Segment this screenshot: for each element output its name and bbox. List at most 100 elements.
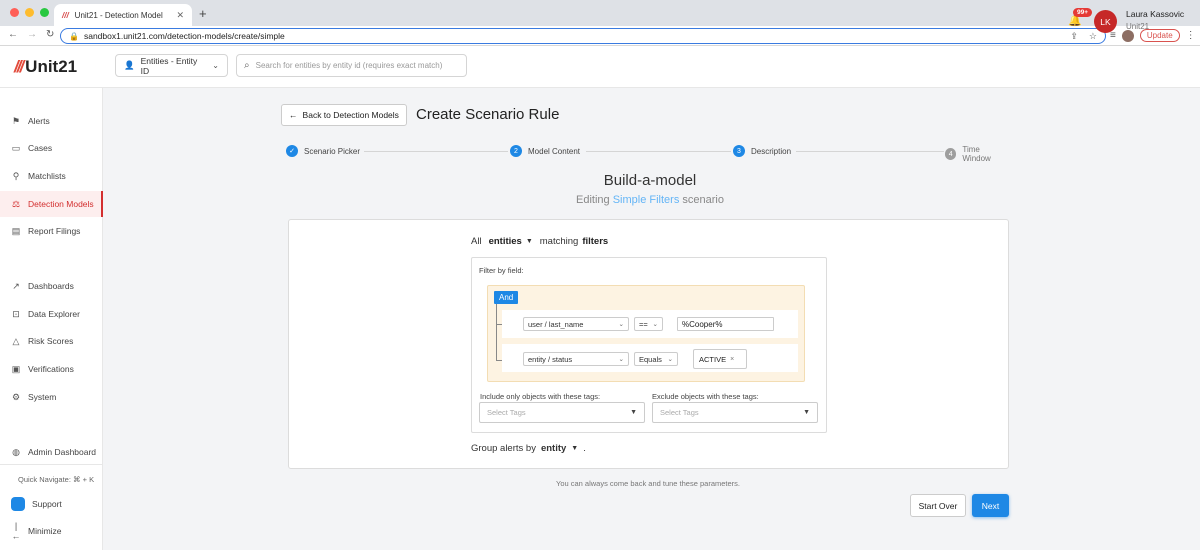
profile-avatar[interactable] <box>1121 29 1134 42</box>
browser-tab[interactable]: /// Unit21 - Detection Model ✕ <box>54 4 192 26</box>
sidebar-item-dashboards[interactable]: ↗ Dashboards <box>0 273 103 299</box>
step-description[interactable]: 3 Description <box>733 145 796 157</box>
editing-subtitle: Editing Simple Filters scenario <box>0 194 1200 206</box>
next-button[interactable]: Next <box>972 494 1009 517</box>
maximize-window-icon[interactable] <box>40 8 49 17</box>
build-a-model-title: Build-a-model <box>603 172 697 189</box>
close-window-icon[interactable] <box>10 8 19 17</box>
sidebar-item-verifications[interactable]: ▣ Verifications <box>0 356 103 382</box>
field-select[interactable]: user / last_name ⌄ <box>523 317 629 331</box>
value-tag-input[interactable]: ACTIVE × <box>693 349 747 369</box>
exclude-tags-label: Exclude objects with these tags: <box>652 392 759 401</box>
field-select-value: user / last_name <box>528 319 584 329</box>
step-time-window[interactable]: 4 Time Window <box>945 145 1012 163</box>
field-select-value: entity / status <box>528 354 573 364</box>
support-button[interactable]: Support <box>0 491 103 517</box>
step-connector <box>358 151 508 152</box>
chevron-down-icon: ⌄ <box>667 356 673 363</box>
include-tags-label: Include only objects with these tags: <box>480 392 601 401</box>
sidebar-item-risk-scores[interactable]: △ Risk Scores <box>0 328 103 354</box>
unit21-logo[interactable]: /// Unit21 <box>14 57 77 77</box>
browser-tab-bar: /// Unit21 - Detection Model ✕ + <box>0 0 1200 26</box>
caret-down-icon[interactable]: ▼ <box>571 445 578 452</box>
and-operator-toggle[interactable]: And <box>494 291 519 304</box>
value-chip: ACTIVE × <box>699 355 734 364</box>
caret-down-icon: ▼ <box>803 409 810 416</box>
sidebar-item-label: System <box>28 392 57 402</box>
include-tags-placeholder: Select Tags <box>487 408 526 417</box>
back-to-detection-models-button[interactable]: ← Back to Detection Models <box>281 104 407 126</box>
flag-icon: ⚑ <box>11 115 21 126</box>
sidebar-item-admin-dashboard[interactable]: ◍ Admin Dashboard <box>0 439 103 465</box>
editing-suffix: scenario <box>682 194 724 206</box>
operator-select-value: Equals <box>639 354 662 364</box>
new-tab-icon[interactable]: + <box>199 6 207 21</box>
minimize-sidebar-button[interactable]: |← Minimize <box>0 518 103 544</box>
sidebar-item-label: Alerts <box>28 116 50 126</box>
lock-icon: 🔒 <box>69 31 79 41</box>
sidebar-item-label: Admin Dashboard <box>28 447 97 457</box>
sidebar-item-label: Data Explorer <box>28 309 80 319</box>
app-header: /// Unit21 👤 Entities - Entity ID ⌄ ⌕ <box>0 46 1200 88</box>
menu-dots-icon[interactable]: ⋮ <box>1186 30 1196 41</box>
minimize-window-icon[interactable] <box>25 8 34 17</box>
arrow-left-icon: ← <box>289 110 298 120</box>
sidebar-item-system[interactable]: ⚙ System <box>0 384 103 410</box>
collapse-icon: |← <box>11 521 21 541</box>
report-icon: ▤ <box>11 225 21 236</box>
reload-icon[interactable]: ↻ <box>46 29 54 40</box>
sidebar-divider <box>0 464 103 465</box>
sidebar-item-cases[interactable]: ▭ Cases <box>0 135 103 161</box>
step-label: Description <box>751 146 792 156</box>
url-bar[interactable]: 🔒 sandbox1.unit21.com/detection-models/c… <box>60 28 1106 44</box>
group-by-dropdown[interactable]: entity <box>541 443 566 454</box>
notification-badge: 99+ <box>1073 8 1093 17</box>
step-connector <box>796 151 944 152</box>
address-bar-row: ← → ↻ 🔒 sandbox1.unit21.com/detection-mo… <box>0 26 1200 46</box>
search-input[interactable] <box>255 61 456 70</box>
search-icon: ⌕ <box>244 60 250 71</box>
sidebar-item-report-filings[interactable]: ▤ Report Filings <box>0 218 103 244</box>
forward-arrow-icon[interactable]: → <box>27 29 37 40</box>
check-icon: ✓ <box>286 145 298 157</box>
user-name: Laura Kassovic <box>1126 9 1185 19</box>
step-model-content[interactable]: 2 Model Content <box>510 145 585 157</box>
tree-line <box>496 304 497 360</box>
stepper: ✓ Scenario Picker 2 Model Content 3 Desc… <box>286 145 1012 163</box>
step-connector <box>586 151 731 152</box>
remove-chip-icon[interactable]: × <box>730 356 734 363</box>
entity-type-select[interactable]: 👤 Entities - Entity ID ⌄ <box>115 54 228 77</box>
field-select[interactable]: entity / status ⌄ <box>523 352 629 366</box>
sidebar-item-alerts[interactable]: ⚑ Alerts <box>0 108 103 134</box>
editing-prefix: Editing <box>576 194 610 206</box>
value-input[interactable]: %Cooper% <box>677 317 774 331</box>
include-tags-select[interactable]: Select Tags ▼ <box>479 402 645 423</box>
caret-down-icon[interactable]: ▼ <box>526 238 533 245</box>
logo-text: Unit21 <box>25 57 78 76</box>
sidebar-item-label: Cases <box>28 143 53 153</box>
scenario-link[interactable]: Simple Filters <box>613 194 680 206</box>
entity-search[interactable]: ⌕ <box>236 54 467 77</box>
operator-select[interactable]: Equals ⌄ <box>634 352 678 366</box>
chevron-down-icon: ⌄ <box>618 356 624 363</box>
step-label: Time Window <box>962 145 991 163</box>
url-text: sandbox1.unit21.com/detection-models/cre… <box>83 31 285 41</box>
exclude-tags-select[interactable]: Select Tags ▼ <box>652 402 818 423</box>
filters-label: filters <box>582 236 609 247</box>
person-icon: 👤 <box>124 60 135 70</box>
gear-icon: ⚙ <box>11 391 21 402</box>
start-over-button[interactable]: Start Over <box>910 494 966 517</box>
user-avatar[interactable]: LK <box>1094 10 1117 33</box>
operator-select[interactable]: == ⌄ <box>634 317 663 331</box>
window-controls[interactable] <box>10 8 49 17</box>
tab-close-icon[interactable]: ✕ <box>176 10 184 21</box>
step-scenario-picker[interactable]: ✓ Scenario Picker <box>286 145 365 157</box>
filter-by-field-label: Filter by field: <box>479 266 524 275</box>
caret-down-icon: ▼ <box>630 409 637 416</box>
step-label: Model Content <box>528 146 581 156</box>
sidebar-item-data-explorer[interactable]: ⊡ Data Explorer <box>0 301 103 327</box>
bookmark-star-icon[interactable]: ☆ <box>1089 31 1097 42</box>
entities-dropdown[interactable]: entities <box>489 236 522 247</box>
back-arrow-icon[interactable]: ← <box>8 29 18 40</box>
share-icon[interactable]: ⇪ <box>1070 31 1078 42</box>
